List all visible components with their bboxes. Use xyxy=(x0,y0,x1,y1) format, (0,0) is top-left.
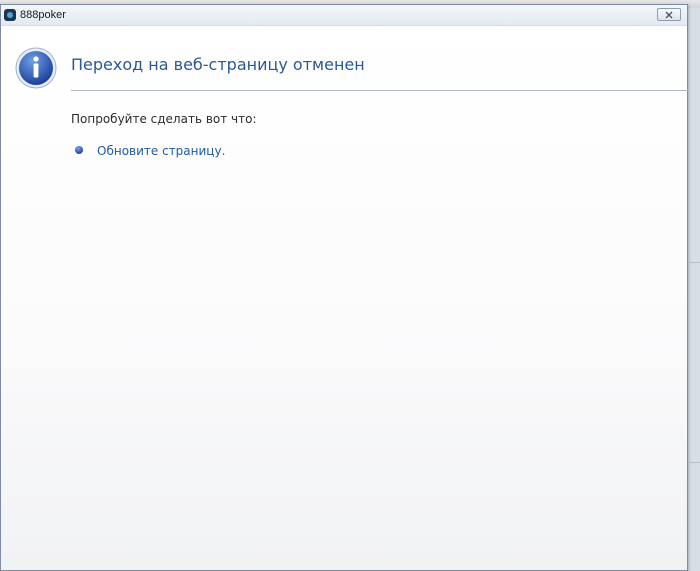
refresh-page-link[interactable]: Обновите страницу. xyxy=(97,144,225,158)
page-content: Переход на веб-страницу отменен Попробуй… xyxy=(1,26,689,570)
title-bar[interactable]: 888poker xyxy=(1,5,687,26)
close-button[interactable] xyxy=(657,8,681,21)
close-icon xyxy=(665,11,673,18)
browser-window: 888poker Переход на веб-страницу отменен… xyxy=(0,4,689,571)
info-icon xyxy=(15,47,57,89)
page-title: Переход на веб-страницу отменен xyxy=(71,55,365,74)
bullet-icon xyxy=(75,146,83,154)
suggestion-item: Обновите страницу. xyxy=(75,144,225,158)
suggestions-label: Попробуйте сделать вот что: xyxy=(71,112,257,126)
background-line xyxy=(690,262,700,263)
window-title: 888poker xyxy=(20,9,66,21)
divider xyxy=(71,90,689,91)
background-line xyxy=(690,462,700,463)
app-logo-icon xyxy=(4,9,16,21)
